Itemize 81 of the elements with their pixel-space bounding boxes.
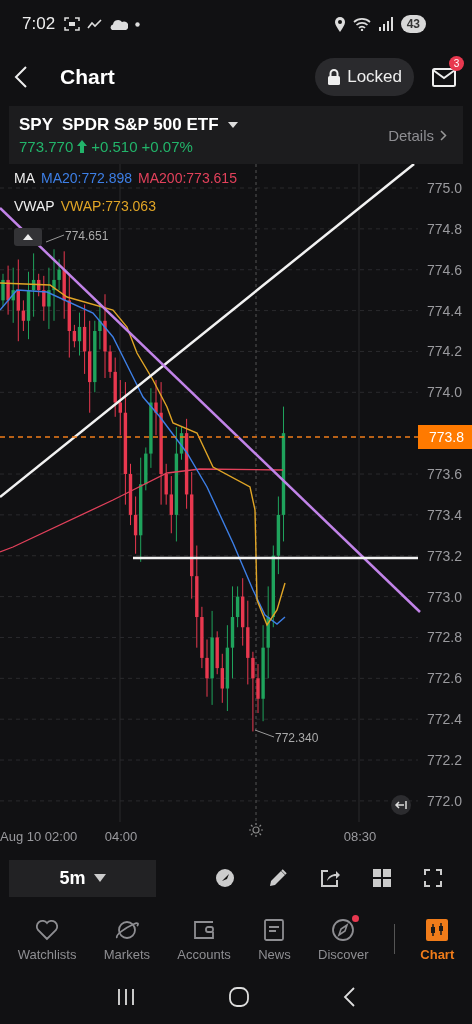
ticker-symbol: SPY — [19, 115, 54, 135]
leader-line — [254, 729, 275, 738]
nav-tab[interactable]: Chart — [418, 916, 457, 962]
dot-icon — [135, 21, 141, 27]
x-axis-label: 04:00 — [104, 829, 138, 844]
y-axis-label: 773.2 — [426, 547, 462, 564]
nav-tab[interactable]: Accounts — [175, 916, 233, 962]
y-axis-label: 774.2 — [426, 343, 462, 360]
y-axis-label: 772.2 — [426, 752, 462, 769]
mail-icon[interactable] — [432, 67, 456, 87]
gauge-icon[interactable] — [214, 868, 235, 888]
share-icon[interactable] — [320, 868, 341, 888]
y-axis-label: 774.8 — [426, 220, 462, 237]
horizontal-line[interactable] — [133, 556, 418, 560]
y-axis-label: 772.6 — [426, 670, 462, 687]
wallet-icon — [193, 919, 216, 940]
back-icon[interactable] — [14, 66, 28, 88]
cloud-icon — [110, 18, 129, 30]
y-axis-label: 772.8 — [426, 629, 462, 646]
y-axis-label: 773.4 — [426, 506, 462, 523]
indicator-value: MA200:773.615 — [138, 170, 237, 186]
leader-line — [45, 234, 65, 243]
pencil-icon[interactable] — [267, 868, 288, 888]
security-name: SPDR S&P 500 ETF — [62, 115, 219, 135]
notification-dot — [352, 914, 360, 922]
y-axis-label: 773.6 — [426, 466, 462, 482]
y-axis-label: 772.0 — [426, 792, 462, 809]
nav-tab[interactable]: Discover — [316, 916, 371, 962]
details-link[interactable]: Details — [388, 126, 434, 144]
current-price-tag — [418, 425, 472, 449]
lock-icon — [327, 69, 342, 85]
indicator-name: VWAP — [14, 198, 55, 214]
page-title: Chart — [60, 65, 115, 89]
y-axis-label: 774.0 — [426, 384, 462, 401]
chevron-right-icon — [440, 129, 447, 141]
x-axis-label: 08:30 — [343, 829, 377, 844]
notification-badge: 3 — [449, 55, 464, 71]
last-price: 773.770 — [19, 138, 74, 155]
up-arrow-icon — [77, 140, 88, 153]
location-icon — [333, 16, 346, 32]
y-axis-label: 772.4 — [426, 711, 462, 728]
indicator-name: MA — [14, 170, 35, 186]
trend-icon — [87, 18, 104, 30]
indicator-value: MA20:772.898 — [41, 170, 133, 186]
recent-apps-icon[interactable] — [117, 988, 135, 1006]
y-axis-label: 774.4 — [426, 302, 462, 319]
y-axis-label: 775.0 — [426, 180, 462, 196]
fullscreen-icon[interactable] — [424, 869, 442, 887]
quote-card[interactable]: SPY SPDR S&P 500 ETF 773.770 +0.510 +0.07% Details — [9, 106, 463, 164]
x-axis-label: Aug 10 02:00 — [0, 829, 78, 844]
sun-icon — [248, 822, 264, 838]
compass-icon — [331, 917, 356, 942]
current-price-label: 773.8 — [428, 429, 464, 445]
y-axis-label: 773.0 — [426, 588, 462, 605]
document-icon — [264, 918, 285, 941]
low-price-label: 772.340 — [275, 731, 319, 745]
caret-down-icon — [93, 874, 106, 882]
back-icon[interactable] — [343, 987, 355, 1007]
caret-up-icon — [23, 234, 33, 240]
nav-tab[interactable]: Markets — [101, 916, 152, 962]
nav-tab[interactable]: Watchlists — [15, 916, 79, 962]
dropdown-caret-icon[interactable] — [227, 122, 238, 128]
indicator-value: VWAP:773.063 — [60, 198, 156, 214]
wifi-icon — [352, 17, 371, 31]
price-change: +0.510 — [91, 138, 138, 155]
y-axis-label: 774.6 — [426, 261, 462, 278]
high-price-label: 774.651 — [65, 229, 109, 243]
scroll-to-latest-icon[interactable] — [391, 795, 411, 815]
heart-icon — [35, 918, 60, 941]
candlestick-icon — [426, 918, 449, 941]
status-time: 7:02 — [22, 14, 56, 34]
locked-button[interactable]: Locked — [315, 58, 414, 96]
battery-level: 43 — [400, 15, 426, 33]
home-icon[interactable] — [229, 987, 249, 1007]
nav-tab[interactable]: News — [256, 916, 293, 962]
percent-change: +0.07% — [141, 138, 193, 155]
screenshot-icon — [64, 17, 81, 31]
collapse-button[interactable] — [14, 228, 42, 246]
interval-dropdown[interactable]: 5m — [9, 859, 156, 897]
signal-icon — [377, 17, 394, 31]
grid-icon[interactable] — [373, 869, 392, 887]
